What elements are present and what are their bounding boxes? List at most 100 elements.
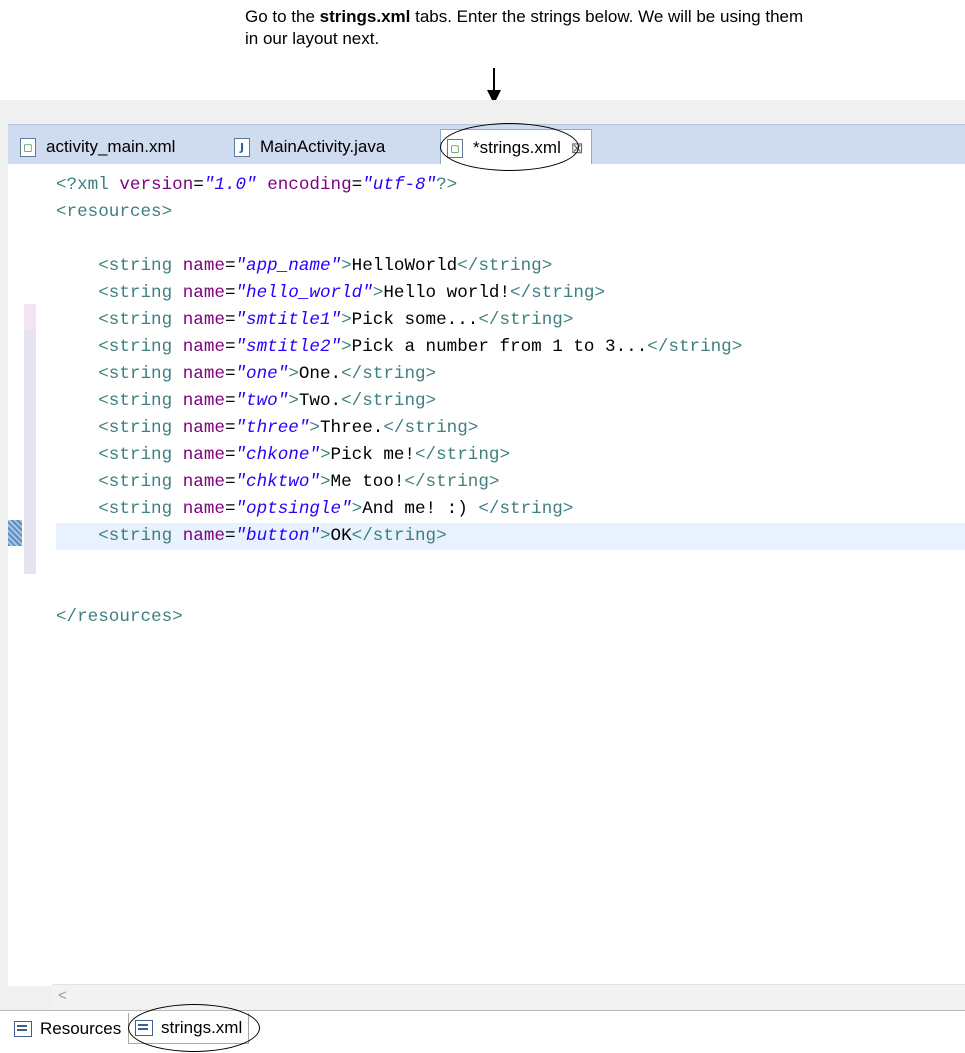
- code-token: =: [224, 472, 236, 492]
- code-token: name: [182, 310, 225, 330]
- code-token: Hello world!: [383, 283, 511, 303]
- code-line[interactable]: <string name="smtitle1">Pick some...</st…: [56, 307, 965, 334]
- code-token: And me! :): [362, 499, 479, 519]
- tab-activity-main-xml[interactable]: ◻ activity_main.xml: [20, 129, 175, 165]
- code-token: <string: [98, 283, 183, 303]
- code-token: name: [182, 283, 225, 303]
- code-token: "app_name": [235, 256, 342, 276]
- code-token: Three.: [319, 418, 384, 438]
- code-token: version: [119, 175, 194, 195]
- change-marker: [24, 304, 36, 330]
- java-file-icon: J: [234, 137, 250, 157]
- code-token: "optsingle": [235, 499, 352, 519]
- code-token: =: [224, 418, 236, 438]
- code-token: =: [224, 499, 236, 519]
- code-token: <string: [98, 337, 183, 357]
- code-token: name: [182, 418, 225, 438]
- code-token: >: [341, 337, 352, 357]
- code-line[interactable]: <resources>: [56, 199, 965, 226]
- code-token: name: [182, 337, 225, 357]
- code-token: =: [224, 364, 236, 384]
- code-line[interactable]: <string name="smtitle2">Pick a number fr…: [56, 334, 965, 361]
- code-line-current[interactable]: <string name="button">OK</string>: [56, 523, 965, 550]
- code-line[interactable]: [56, 226, 965, 253]
- annotation-arrow: [493, 68, 495, 92]
- code-token: <resources>: [56, 202, 173, 222]
- code-token: "smtitle2": [235, 337, 342, 357]
- code-token: </string>: [457, 256, 553, 276]
- code-token: Pick some...: [351, 310, 479, 330]
- annotation-text: Go to the: [245, 7, 320, 26]
- code-token: Pick me!: [330, 445, 415, 465]
- code-token: HelloWorld: [351, 256, 458, 276]
- code-token: name: [182, 445, 225, 465]
- code-line[interactable]: <string name="three">Three.</string>: [56, 415, 965, 442]
- code-line[interactable]: <string name="hello_world">Hello world!<…: [56, 280, 965, 307]
- code-line[interactable]: <string name="one">One.</string>: [56, 361, 965, 388]
- code-token: "utf-8": [362, 175, 437, 195]
- tab-label: Resources: [40, 1019, 122, 1038]
- code-token: >: [319, 445, 331, 465]
- code-token: "three": [235, 418, 310, 438]
- ide-window: ◻ activity_main.xml J MainActivity.java …: [0, 100, 965, 1053]
- resources-icon: [14, 1021, 32, 1037]
- code-line[interactable]: [56, 577, 965, 604]
- code-token: =: [224, 445, 236, 465]
- code-token: Pick a number from 1 to 3...: [351, 337, 648, 357]
- code-token: <string: [98, 310, 183, 330]
- code-line[interactable]: <string name="app_name">HelloWorld</stri…: [56, 253, 965, 280]
- code-line[interactable]: <string name="chktwo">Me too!</string>: [56, 469, 965, 496]
- code-line[interactable]: <string name="optsingle">And me! :) </st…: [56, 496, 965, 523]
- code-token: =: [224, 526, 236, 546]
- code-token: </string>: [383, 418, 479, 438]
- code-token: name: [182, 499, 225, 519]
- tab-label: activity_main.xml: [46, 137, 176, 156]
- code-token: >: [319, 472, 331, 492]
- highlight-ellipse-top: [440, 123, 579, 171]
- code-token: <string: [98, 526, 183, 546]
- code-token: name: [182, 526, 225, 546]
- tab-mainactivity-java[interactable]: J MainActivity.java: [234, 129, 385, 165]
- code-line[interactable]: </resources>: [56, 604, 965, 631]
- code-token: </string>: [478, 310, 574, 330]
- code-line[interactable]: <string name="chkone">Pick me!</string>: [56, 442, 965, 469]
- code-line[interactable]: [56, 550, 965, 577]
- code-token: >: [372, 283, 384, 303]
- code-token: </string>: [351, 526, 447, 546]
- code-token: <string: [98, 391, 183, 411]
- code-token: >: [288, 364, 299, 384]
- scroll-left-icon[interactable]: <: [58, 987, 67, 1004]
- current-line-marker: [8, 520, 22, 546]
- code-token: </string>: [404, 472, 500, 492]
- code-token: OK: [330, 526, 352, 546]
- code-token: </string>: [510, 283, 606, 303]
- code-token: <string: [98, 499, 183, 519]
- code-token: "one": [235, 364, 289, 384]
- code-token: "two": [235, 391, 289, 411]
- highlight-ellipse-bottom: [128, 1004, 260, 1052]
- code-token: Two.: [298, 391, 342, 411]
- code-lines: <?xml version="1.0" encoding="utf-8"?> <r…: [56, 172, 965, 631]
- code-token: name: [182, 364, 225, 384]
- code-token: ?>: [436, 175, 458, 195]
- code-token: "chktwo": [235, 472, 320, 492]
- code-line[interactable]: <?xml version="1.0" encoding="utf-8"?>: [56, 172, 965, 199]
- code-token: </string>: [341, 364, 437, 384]
- code-token: </string>: [478, 499, 574, 519]
- code-token: Me too!: [330, 472, 405, 492]
- code-token: "smtitle1": [235, 310, 342, 330]
- code-token: One.: [298, 364, 342, 384]
- code-token: name: [182, 472, 225, 492]
- tab-resources[interactable]: Resources: [14, 1015, 121, 1043]
- code-line[interactable]: <string name="two">Two.</string>: [56, 388, 965, 415]
- code-token: >: [351, 499, 363, 519]
- annotation-bold-text: strings.xml: [319, 7, 411, 26]
- code-editor[interactable]: <?xml version="1.0" encoding="utf-8"?> <r…: [8, 164, 965, 986]
- code-token: </string>: [647, 337, 743, 357]
